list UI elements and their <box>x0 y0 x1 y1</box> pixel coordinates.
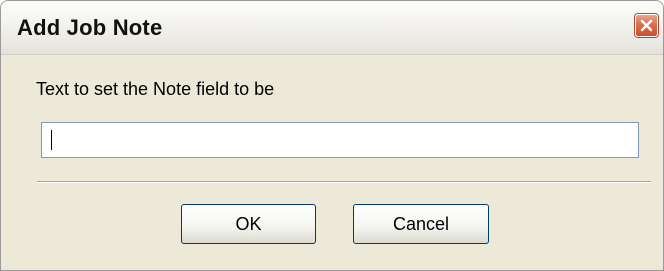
close-button[interactable] <box>635 14 658 37</box>
ok-button-label: OK <box>235 213 262 234</box>
note-prompt-label: Text to set the Note field to be <box>36 79 275 99</box>
add-job-note-dialog: Add Job Note Text to set the Note field … <box>0 0 664 271</box>
cancel-button[interactable]: Cancel <box>353 204 489 244</box>
text-caret <box>51 130 52 150</box>
separator <box>37 181 651 183</box>
ok-button[interactable]: OK <box>181 204 316 244</box>
title-bar[interactable]: Add Job Note <box>1 1 663 55</box>
close-icon <box>640 19 653 32</box>
note-text-input[interactable] <box>41 122 639 158</box>
dialog-body: Text to set the Note field to be OK Canc… <box>1 55 663 270</box>
cancel-button-label: Cancel <box>392 213 450 234</box>
dialog-title: Add Job Note <box>17 15 163 40</box>
